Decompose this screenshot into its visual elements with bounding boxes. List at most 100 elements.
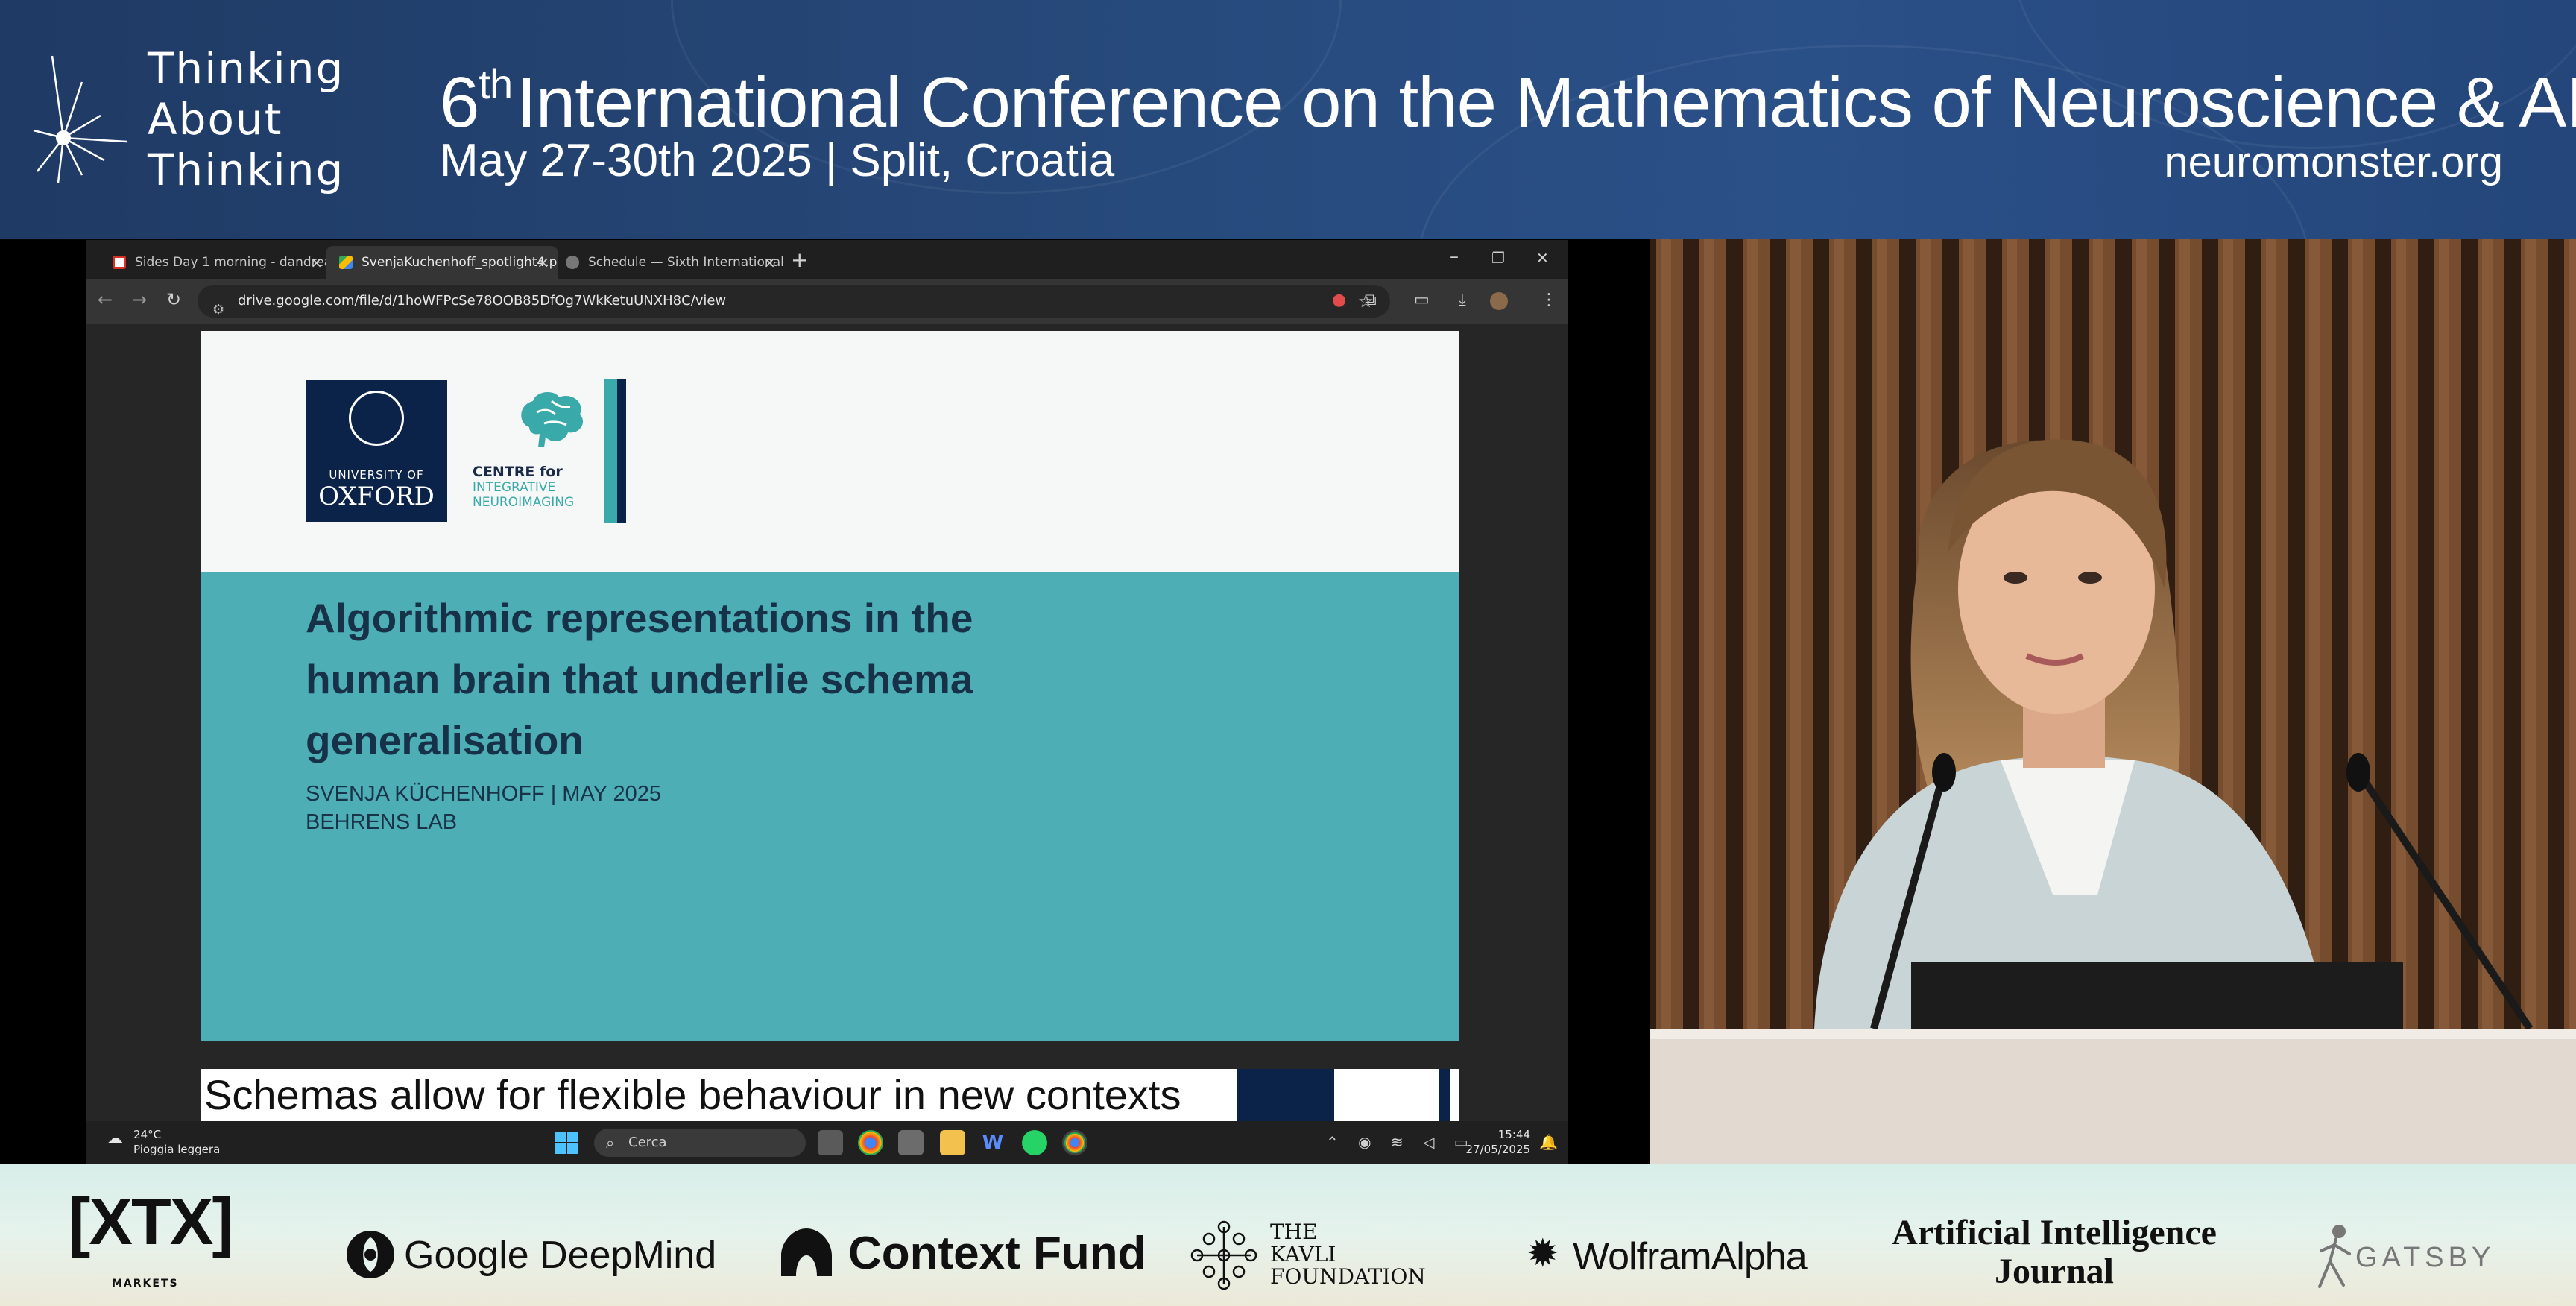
slide-title-panel: Algorithmic representations in the human… bbox=[201, 572, 1459, 1041]
reading-mode-icon[interactable]: ▭ bbox=[1414, 291, 1430, 309]
app-icon[interactable] bbox=[898, 1130, 924, 1155]
system-tray[interactable]: ⌃ ◉ ≋ ◁ ▭ bbox=[1326, 1133, 1476, 1151]
gatsby-logo-text: GATSBY bbox=[2355, 1242, 2496, 1273]
weather-temperature: 24°C bbox=[133, 1128, 162, 1141]
ai-journal-logo: Artificial Intelligence Journal bbox=[1890, 1214, 2218, 1291]
forward-icon[interactable]: → bbox=[132, 289, 147, 310]
xtx-logo-subtitle: MARKETS bbox=[112, 1278, 179, 1290]
chrome-active-icon[interactable] bbox=[1062, 1130, 1087, 1155]
notification-bell-icon[interactable]: 🔔 bbox=[1539, 1133, 1558, 1151]
new-tab-button[interactable]: + bbox=[791, 247, 808, 272]
close-tab-icon[interactable]: × bbox=[763, 253, 776, 271]
word-app-icon[interactable]: W bbox=[980, 1130, 1006, 1155]
cin-text-lines: INTEGRATIVE NEUROIMAGING bbox=[473, 480, 574, 510]
gmail-icon bbox=[113, 256, 126, 269]
slide-author: SVENJA KÜCHENHOFF | MAY 2025 bbox=[306, 782, 662, 806]
cloud-rain-icon: ☁ bbox=[107, 1129, 123, 1148]
next-slide-preview: Schemas allow for flexible behaviour in … bbox=[201, 1069, 1459, 1121]
windows-taskbar: ☁ 24°C Pioggia leggera ⌕ Cerca W ⌃ ◉ ≋ ◁… bbox=[86, 1121, 1568, 1164]
browser-window: Sides Day 1 morning - dandrea × SvenjaKu… bbox=[86, 240, 1568, 1164]
title-text: International Conference on the Mathemat… bbox=[517, 63, 2576, 142]
profile-avatar[interactable] bbox=[1490, 292, 1508, 310]
close-window-button[interactable]: ✕ bbox=[1536, 249, 1549, 267]
tab-slides[interactable]: Sides Day 1 morning - dandrea × bbox=[99, 246, 332, 279]
taskbar-clock[interactable]: 15:44 27/05/2025 bbox=[1463, 1127, 1530, 1157]
cin-text-line3: NEUROIMAGING bbox=[473, 495, 575, 510]
address-bar-row: ← → ↻ ⚙ drive.google.com/file/d/1hoWFPcS… bbox=[86, 279, 1568, 324]
logo-line: About bbox=[148, 94, 283, 145]
oxford-logo-mini bbox=[1237, 1069, 1334, 1121]
kavli-icon bbox=[1190, 1220, 1257, 1290]
file-explorer-icon[interactable] bbox=[940, 1130, 965, 1155]
extension-icon[interactable]: ● bbox=[1332, 291, 1346, 309]
context-fund-logo-text: Context Fund bbox=[848, 1228, 1146, 1279]
back-icon[interactable]: ← bbox=[98, 289, 113, 310]
task-view-icon[interactable] bbox=[818, 1130, 843, 1155]
sponsor-strip: [XTX] MARKETS Google DeepMind Context Fu… bbox=[0, 1164, 2576, 1306]
cin-bar bbox=[604, 379, 617, 523]
logo-line: Thinking bbox=[148, 43, 345, 94]
extensions-puzzle-icon[interactable]: ⧉ bbox=[1365, 291, 1377, 309]
title-ordinal-suffix: th bbox=[479, 60, 513, 107]
cin-text-line2: INTEGRATIVE bbox=[473, 480, 556, 495]
search-icon: ⌕ bbox=[606, 1134, 615, 1152]
deepmind-icon bbox=[347, 1231, 394, 1278]
url-text: drive.google.com/file/d/1hoWFPcSe78OOB85… bbox=[238, 293, 727, 309]
cin-text-line1: CENTRE for bbox=[473, 464, 563, 480]
taskbar-search[interactable]: ⌕ Cerca bbox=[594, 1129, 806, 1157]
tab-drive-pdf[interactable]: SvenjaKuchenhoff_spotlight4.p × bbox=[326, 246, 558, 279]
tab-strip: Sides Day 1 morning - dandrea × SvenjaKu… bbox=[86, 240, 1568, 279]
logo-line: Thinking bbox=[148, 145, 345, 195]
ai-journal-line: Journal bbox=[1994, 1252, 2115, 1291]
slide-logo-area: UNIVERSITY OF OXFORD CENTRE for INTEGRAT… bbox=[201, 331, 1459, 572]
windows-start-icon[interactable] bbox=[555, 1132, 578, 1154]
reload-icon[interactable]: ↻ bbox=[166, 289, 181, 310]
cin-logo-mini bbox=[1439, 1069, 1450, 1121]
search-placeholder: Cerca bbox=[628, 1135, 667, 1150]
deepmind-logo-text: Google DeepMind bbox=[404, 1234, 717, 1277]
oxford-logo-small-text: UNIVERSITY OF bbox=[329, 468, 424, 482]
context-fund-icon bbox=[781, 1228, 832, 1276]
wolfram-logo-text: WolframAlpha bbox=[1573, 1235, 1808, 1278]
url-bar[interactable]: ⚙ drive.google.com/file/d/1hoWFPcSe78OOB… bbox=[198, 285, 1390, 318]
clock-date: 27/05/2025 bbox=[1465, 1143, 1530, 1156]
starburst-logo-icon bbox=[33, 55, 127, 183]
oxford-logo-big-text: OXFORD bbox=[318, 482, 435, 511]
tab-schedule[interactable]: Schedule — Sixth International × bbox=[552, 246, 785, 279]
minimize-button[interactable]: – bbox=[1450, 246, 1459, 267]
oxford-crest-icon bbox=[349, 391, 404, 446]
tab-label: Sides Day 1 morning - dandrea bbox=[135, 255, 332, 270]
conference-website: neuromonster.org bbox=[2164, 138, 2503, 186]
kavli-line: THE bbox=[1270, 1220, 1318, 1244]
site-info-icon[interactable]: ⚙ bbox=[212, 294, 224, 326]
page-icon bbox=[566, 256, 579, 269]
slide-lab: BEHRENS LAB bbox=[306, 810, 458, 834]
conference-title: 6thInternational Conference on the Mathe… bbox=[440, 43, 2576, 144]
next-slide-title: Schemas allow for flexible behaviour in … bbox=[204, 1071, 1181, 1118]
cin-bar bbox=[617, 379, 626, 523]
conference-date-location: May 27-30th 2025 | Split, Croatia bbox=[440, 135, 1115, 186]
chrome-icon[interactable] bbox=[858, 1130, 883, 1155]
kavli-line: FOUNDATION bbox=[1270, 1264, 1426, 1289]
conference-banner: Thinking About Thinking 6thInternational… bbox=[0, 0, 2576, 239]
tab-label: SvenjaKuchenhoff_spotlight4.p bbox=[362, 255, 558, 270]
weather-widget[interactable]: ☁ 24°C Pioggia leggera bbox=[107, 1127, 220, 1157]
restore-button[interactable]: ❐ bbox=[1491, 249, 1505, 267]
slide-title-line: Algorithmic representations in the bbox=[306, 595, 973, 641]
thinking-about-thinking-logo-text: Thinking About Thinking bbox=[148, 43, 344, 195]
title-ordinal: 6 bbox=[440, 63, 479, 142]
cin-logo: CENTRE for INTEGRATIVE NEUROIMAGING bbox=[470, 379, 641, 523]
close-tab-icon[interactable]: × bbox=[537, 253, 549, 271]
slide-title-line: generalisation bbox=[306, 717, 584, 763]
pdf-viewer[interactable]: UNIVERSITY OF OXFORD CENTRE for INTEGRAT… bbox=[86, 324, 1568, 1121]
download-icon[interactable]: ⤓ bbox=[1459, 291, 1466, 309]
gatsby-runner-icon bbox=[2318, 1225, 2351, 1288]
wolfram-star-icon: ✹ bbox=[1527, 1231, 1559, 1276]
menu-kebab-icon[interactable]: ⋮ bbox=[1541, 291, 1557, 309]
tab-label: Schedule — Sixth International bbox=[588, 255, 784, 270]
close-tab-icon[interactable]: × bbox=[310, 253, 323, 271]
xtx-logo: [XTX] bbox=[69, 1184, 234, 1258]
whatsapp-icon[interactable] bbox=[1022, 1130, 1047, 1155]
weather-description: Pioggia leggera bbox=[133, 1143, 221, 1156]
slide-page: UNIVERSITY OF OXFORD CENTRE for INTEGRAT… bbox=[201, 331, 1459, 1041]
